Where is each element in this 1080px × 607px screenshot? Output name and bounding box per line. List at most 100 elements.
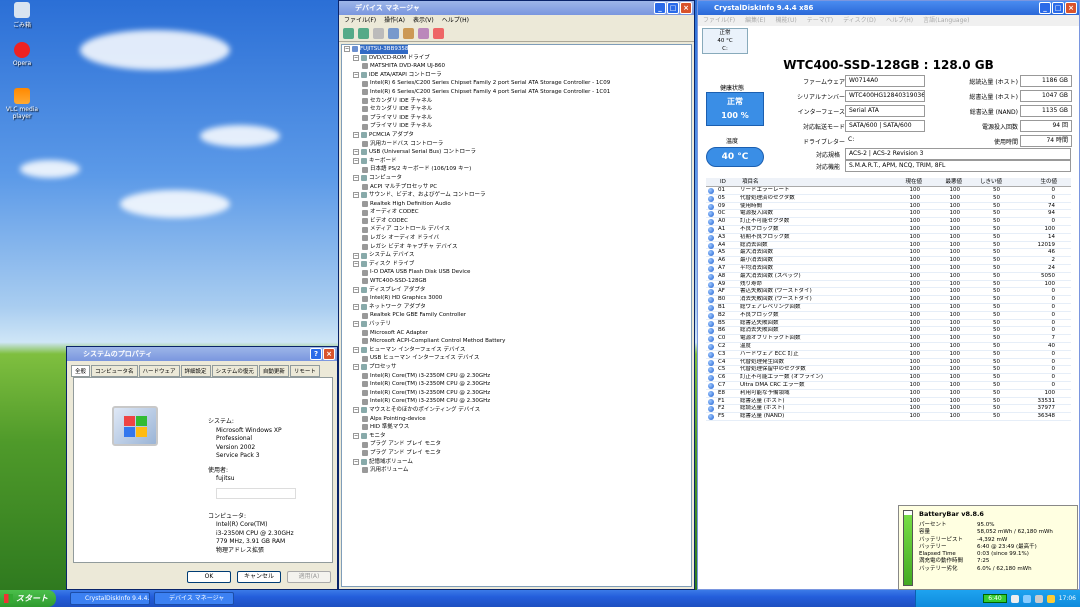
device-category[interactable]: − ヒューマン インターフェイス デバイス: [342, 346, 691, 355]
expand-toggle-icon[interactable]: −: [353, 252, 359, 259]
device-item[interactable]: Alps Pointing-device: [342, 415, 691, 424]
device-item[interactable]: プラグ アンド プレイ モニタ: [342, 440, 691, 449]
expand-toggle-icon[interactable]: −: [353, 261, 359, 268]
device-category[interactable]: − ディスク ドライブ: [342, 260, 691, 269]
tab-system-restore[interactable]: システムの復元: [211, 365, 258, 377]
device-item[interactable]: ビデオ CODEC: [342, 217, 691, 226]
tray-icon[interactable]: [1010, 594, 1019, 603]
device-item[interactable]: Intel(R) HD Graphics 3000: [342, 294, 691, 303]
device-item[interactable]: I-O DATA USB Flash Disk USB Device: [342, 268, 691, 277]
crystaldiskinfo-titlebar[interactable]: CrystalDiskInfo 9.4.4 x86 _ □ ×: [698, 1, 1079, 15]
close-button[interactable]: ×: [323, 348, 335, 360]
smart-row[interactable]: A7 平均消去回数 100 100 50 24: [706, 265, 1071, 273]
update-driver-icon[interactable]: [418, 28, 429, 39]
expand-toggle-icon[interactable]: −: [353, 149, 359, 156]
tab-general[interactable]: 全般: [71, 365, 91, 377]
menu-disk[interactable]: ディスク(D): [843, 15, 876, 26]
scan-hardware-icon[interactable]: [403, 28, 414, 39]
smart-row[interactable]: B1 総ウェアレベリング回数 100 100 50 0: [706, 304, 1071, 312]
tab-remote[interactable]: リモート: [289, 365, 320, 377]
tab-hardware[interactable]: ハードウェア: [138, 365, 180, 377]
ok-button[interactable]: OK: [187, 571, 231, 583]
expand-toggle-icon[interactable]: −: [353, 407, 359, 414]
expand-toggle-icon[interactable]: −: [353, 158, 359, 165]
apply-button[interactable]: 適用(A): [287, 571, 331, 583]
device-category[interactable]: − システム デバイス: [342, 251, 691, 260]
disk-tab-c[interactable]: 正常 40 °C C:: [702, 28, 748, 54]
smart-row[interactable]: C6 訂正不可能エラー数 (オフライン) 100 100 50 0: [706, 374, 1071, 382]
column-header[interactable]: 現在値: [882, 178, 922, 186]
task-device-manager[interactable]: デバイス マネージャ: [154, 592, 234, 605]
device-item[interactable]: WTC400-SSD-128GB: [342, 277, 691, 286]
menu-language[interactable]: 言語(Language): [923, 15, 969, 26]
column-header[interactable]: 項目名: [742, 178, 882, 186]
smart-row[interactable]: C2 温度 100 100 50 40: [706, 343, 1071, 351]
smart-row[interactable]: A4 総消去回数 100 100 50 12019: [706, 242, 1071, 250]
menu-help[interactable]: ヘルプ(H): [442, 15, 469, 26]
column-header[interactable]: 最悪値: [922, 178, 962, 186]
smart-row[interactable]: B6 総消去失敗回数 100 100 50 0: [706, 327, 1071, 336]
tree-root[interactable]: − FUJITSU-3BB9358: [342, 45, 691, 54]
column-header[interactable]: ID: [720, 178, 742, 186]
disable-device-icon[interactable]: [433, 28, 444, 39]
device-item[interactable]: オーディオ CODEC: [342, 208, 691, 217]
device-item[interactable]: Realtek High Definition Audio: [342, 200, 691, 209]
device-category[interactable]: − ディスプレイ アダプタ: [342, 286, 691, 295]
smart-row[interactable]: C7 Ultra DMA CRC エラー数 100 100 50 0: [706, 382, 1071, 390]
menu-help[interactable]: ヘルプ(H): [886, 15, 913, 26]
device-item[interactable]: プライマリ IDE チャネル: [342, 122, 691, 131]
smart-row[interactable]: B0 消去失敗回数 (ワーストダイ) 100 100 50 0: [706, 296, 1071, 304]
device-category[interactable]: − バッテリ: [342, 320, 691, 329]
device-category[interactable]: − IDE ATA/ATAPI コントローラ: [342, 71, 691, 80]
expand-toggle-icon[interactable]: −: [353, 458, 359, 465]
device-category[interactable]: − モニタ: [342, 432, 691, 441]
smart-row[interactable]: F2 総読込量 (ホスト) 100 100 50 37977: [706, 405, 1071, 414]
smart-row[interactable]: B2 不良ブロック数 100 100 50 0: [706, 312, 1071, 320]
menu-view[interactable]: 表示(V): [413, 15, 434, 26]
device-item[interactable]: レガシ ビデオ キャプチャ デバイス: [342, 243, 691, 252]
smart-row[interactable]: 01 リードエラーレート 100 100 50 0: [706, 187, 1071, 195]
tray-icon[interactable]: [1022, 594, 1031, 603]
properties-icon[interactable]: [373, 28, 384, 39]
desktop-icon-opera[interactable]: Opera: [2, 42, 42, 67]
expand-toggle-icon[interactable]: −: [353, 347, 359, 354]
device-item[interactable]: Intel(R) Core(TM) i3-2350M CPU @ 2.30GHz: [342, 380, 691, 389]
expand-toggle-icon[interactable]: −: [353, 192, 359, 199]
menu-action[interactable]: 操作(A): [384, 15, 405, 26]
device-item[interactable]: 汎用カードバス コントローラ: [342, 140, 691, 149]
device-item[interactable]: 日本語 PS/2 キーボード (106/109 キー): [342, 165, 691, 174]
smart-row[interactable]: B5 総書込失敗回数 100 100 50 0: [706, 320, 1071, 328]
expand-toggle-icon[interactable]: −: [353, 54, 359, 61]
smart-row[interactable]: C3 ハードウェア ECC 訂正 100 100 50 0: [706, 351, 1071, 359]
desktop-icon-vlc[interactable]: VLC media player: [2, 88, 42, 120]
help-button[interactable]: ?: [310, 348, 322, 360]
battery-tray-indicator[interactable]: 6:40: [983, 594, 1007, 603]
cancel-button[interactable]: キャンセル: [237, 571, 281, 583]
maximize-button[interactable]: □: [1052, 2, 1064, 14]
device-category[interactable]: − ネットワーク アダプタ: [342, 303, 691, 312]
smart-row[interactable]: 05 代替処理済のセクタ数 100 100 50 0: [706, 195, 1071, 203]
minimize-button[interactable]: _: [654, 2, 666, 14]
start-button[interactable]: スタート: [0, 590, 56, 607]
smart-row[interactable]: C4 代替処理発生回数 100 100 50 0: [706, 359, 1071, 367]
expand-toggle-icon[interactable]: −: [353, 433, 359, 440]
smart-row[interactable]: A0 訂正不可能セクタ数 100 100 50 0: [706, 218, 1071, 226]
device-item[interactable]: セカンダリ IDE チャネル: [342, 105, 691, 114]
device-category[interactable]: − コンピュータ: [342, 174, 691, 183]
close-button[interactable]: ×: [1065, 2, 1077, 14]
smart-row[interactable]: 0C 電源投入回数 100 100 50 94: [706, 210, 1071, 219]
device-category[interactable]: − DVD/CD-ROM ドライブ: [342, 54, 691, 63]
expand-toggle-icon[interactable]: −: [353, 304, 359, 311]
smart-row[interactable]: A6 最小消去回数 100 100 50 2: [706, 257, 1071, 265]
device-item[interactable]: プラグ アンド プレイ モニタ: [342, 449, 691, 458]
forward-icon[interactable]: [358, 28, 369, 39]
device-category[interactable]: − キーボード: [342, 157, 691, 166]
device-item[interactable]: Realtek PCIe GBE Family Controller: [342, 311, 691, 320]
device-category[interactable]: − 記憶域ボリューム: [342, 458, 691, 467]
smart-row[interactable]: A9 残り寿命 100 100 50 100: [706, 281, 1071, 289]
smart-row[interactable]: F5 総書込量 (NAND) 100 100 50 36348: [706, 413, 1071, 421]
health-status-badge[interactable]: 正常 100 %: [706, 92, 764, 126]
expand-toggle-icon[interactable]: −: [353, 72, 359, 79]
device-item[interactable]: メディア コントロール デバイス: [342, 225, 691, 234]
expand-toggle-icon[interactable]: −: [353, 321, 359, 328]
